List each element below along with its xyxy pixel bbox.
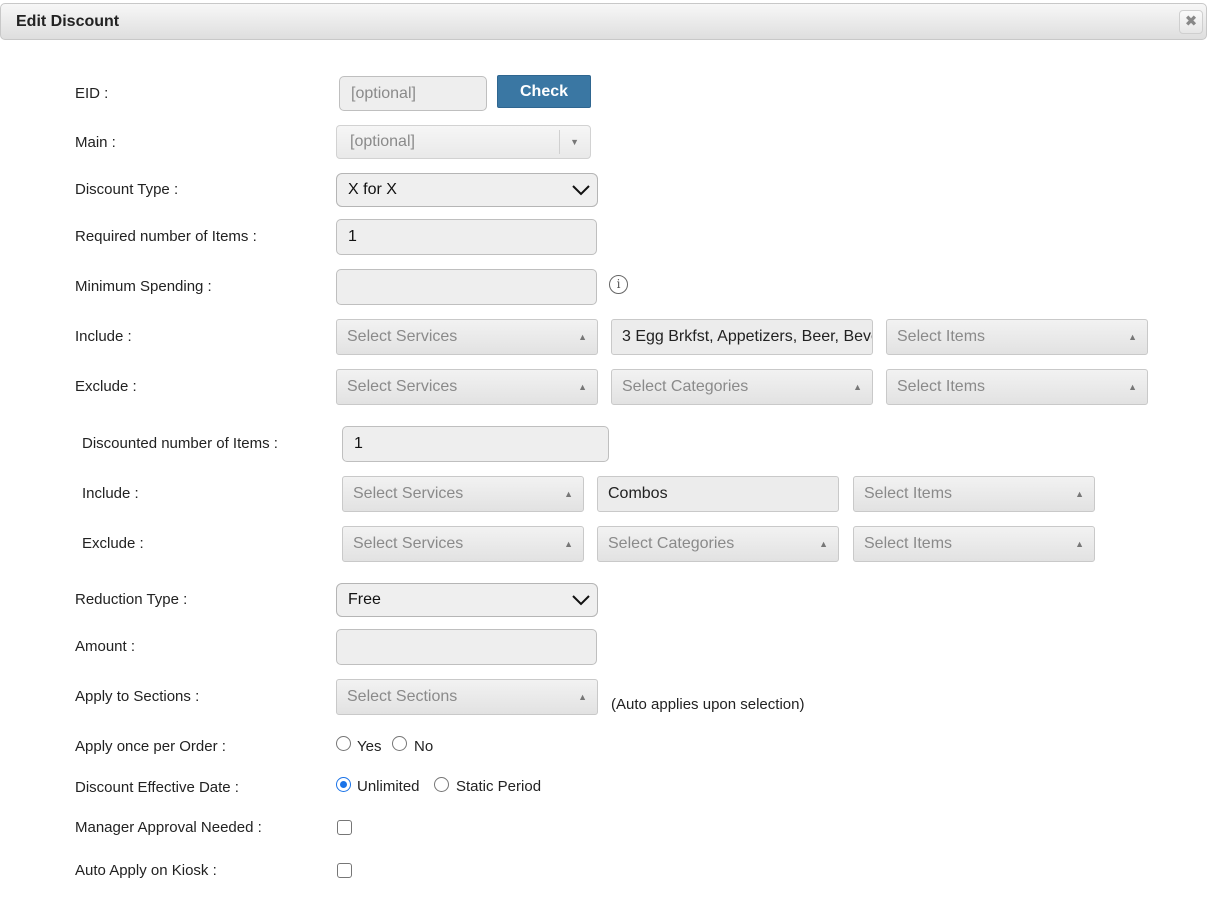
check-button[interactable]: Check xyxy=(497,75,591,108)
eid-label: EID : xyxy=(75,85,109,102)
caret-up-icon: ▲ xyxy=(578,382,587,392)
main-select-divider xyxy=(559,130,560,154)
include-services-value: Select Services xyxy=(347,328,458,345)
include-categories-value: 3 Egg Brkfst, Appetizers, Beer, Beve xyxy=(622,328,873,345)
apply-once-yes-radio[interactable] xyxy=(336,736,351,751)
apply-once-label: Apply once per Order : xyxy=(75,738,226,755)
exclude-services-value: Select Services xyxy=(347,378,458,395)
discounted-include-services-select[interactable]: Select Services ▲ xyxy=(342,476,584,512)
caret-up-icon: ▲ xyxy=(564,539,573,549)
caret-up-icon: ▲ xyxy=(1128,382,1137,392)
amount-input[interactable] xyxy=(336,629,597,665)
apply-sections-note: (Auto applies upon selection) xyxy=(611,696,805,713)
effective-date-unlimited-radio[interactable] xyxy=(336,777,351,792)
discounted-include-categories-select[interactable]: Combos xyxy=(597,476,839,512)
include-items-value: Select Items xyxy=(897,328,986,345)
reduction-type-label: Reduction Type : xyxy=(75,591,188,608)
discounted-items-input[interactable]: 1 xyxy=(342,426,609,462)
dialog-title: Edit Discount xyxy=(16,13,120,30)
discounted-include-services-value: Select Services xyxy=(353,485,464,502)
discounted-exclude-items-select[interactable]: Select Items ▲ xyxy=(853,526,1095,562)
discounted-include-items-select[interactable]: Select Items ▲ xyxy=(853,476,1095,512)
minimum-spending-label: Minimum Spending : xyxy=(75,278,212,295)
exclude-categories-value: Select Categories xyxy=(622,378,749,395)
reduction-type-select[interactable]: Free xyxy=(336,583,598,617)
minimum-spending-input[interactable] xyxy=(336,269,597,305)
caret-up-icon: ▲ xyxy=(578,692,587,702)
eid-input[interactable]: [optional] xyxy=(339,76,487,111)
exclude-services-select[interactable]: Select Services ▲ xyxy=(336,369,598,405)
discounted-include-label: Include : xyxy=(82,485,139,502)
effective-date-label: Discount Effective Date : xyxy=(75,779,239,796)
discounted-exclude-services-select[interactable]: Select Services ▲ xyxy=(342,526,584,562)
discounted-exclude-label: Exclude : xyxy=(82,535,144,552)
manager-approval-checkbox[interactable] xyxy=(337,820,352,835)
apply-sections-value: Select Sections xyxy=(347,688,458,705)
apply-once-yes-label: Yes xyxy=(357,738,382,755)
discounted-exclude-categories-value: Select Categories xyxy=(608,535,735,552)
discounted-exclude-services-value: Select Services xyxy=(353,535,464,552)
chevron-down-icon xyxy=(572,595,590,606)
discount-type-label: Discount Type : xyxy=(75,181,179,198)
include-services-select[interactable]: Select Services ▲ xyxy=(336,319,598,355)
caret-up-icon: ▲ xyxy=(578,332,587,342)
discount-type-select[interactable]: X for X xyxy=(336,173,598,207)
exclude-label: Exclude : xyxy=(75,378,137,395)
required-items-input[interactable]: 1 xyxy=(336,219,597,255)
apply-sections-select[interactable]: Select Sections ▲ xyxy=(336,679,598,715)
caret-up-icon: ▲ xyxy=(819,539,828,549)
caret-up-icon: ▲ xyxy=(1128,332,1137,342)
main-select[interactable]: [optional] ▼ xyxy=(336,125,591,159)
apply-sections-label: Apply to Sections : xyxy=(75,688,200,705)
effective-date-unlimited-label: Unlimited xyxy=(357,778,420,795)
caret-up-icon: ▲ xyxy=(1075,489,1084,499)
include-label: Include : xyxy=(75,328,132,345)
discounted-exclude-items-value: Select Items xyxy=(864,535,953,552)
exclude-items-value: Select Items xyxy=(897,378,986,395)
include-items-select[interactable]: Select Items ▲ xyxy=(886,319,1148,355)
amount-label: Amount : xyxy=(75,638,136,655)
main-select-value: [optional] xyxy=(350,133,415,150)
reduction-type-value: Free xyxy=(348,591,381,608)
main-label: Main : xyxy=(75,134,116,151)
apply-once-no-label: No xyxy=(414,738,434,755)
dialog-titlebar: Edit Discount ✖ xyxy=(0,3,1207,40)
chevron-down-icon: ▼ xyxy=(570,137,579,147)
info-icon[interactable]: i xyxy=(609,275,628,294)
caret-up-icon: ▲ xyxy=(853,382,862,392)
discounted-items-label: Discounted number of Items : xyxy=(82,435,278,452)
close-icon[interactable]: ✖ xyxy=(1179,10,1203,34)
effective-date-static-radio[interactable] xyxy=(434,777,449,792)
exclude-items-select[interactable]: Select Items ▲ xyxy=(886,369,1148,405)
manager-approval-label: Manager Approval Needed : xyxy=(75,819,262,836)
discount-type-value: X for X xyxy=(348,181,397,198)
chevron-down-icon xyxy=(572,185,590,196)
discounted-exclude-categories-select[interactable]: Select Categories ▲ xyxy=(597,526,839,562)
apply-once-no-radio[interactable] xyxy=(392,736,407,751)
caret-up-icon: ▲ xyxy=(1075,539,1084,549)
discounted-include-items-value: Select Items xyxy=(864,485,953,502)
exclude-categories-select[interactable]: Select Categories ▲ xyxy=(611,369,873,405)
required-items-label: Required number of Items : xyxy=(75,228,257,245)
auto-apply-checkbox[interactable] xyxy=(337,863,352,878)
discounted-include-categories-value: Combos xyxy=(608,485,668,502)
auto-apply-label: Auto Apply on Kiosk : xyxy=(75,862,217,879)
caret-up-icon: ▲ xyxy=(564,489,573,499)
effective-date-static-label: Static Period xyxy=(456,778,542,795)
include-categories-select[interactable]: 3 Egg Brkfst, Appetizers, Beer, Beve xyxy=(611,319,873,355)
